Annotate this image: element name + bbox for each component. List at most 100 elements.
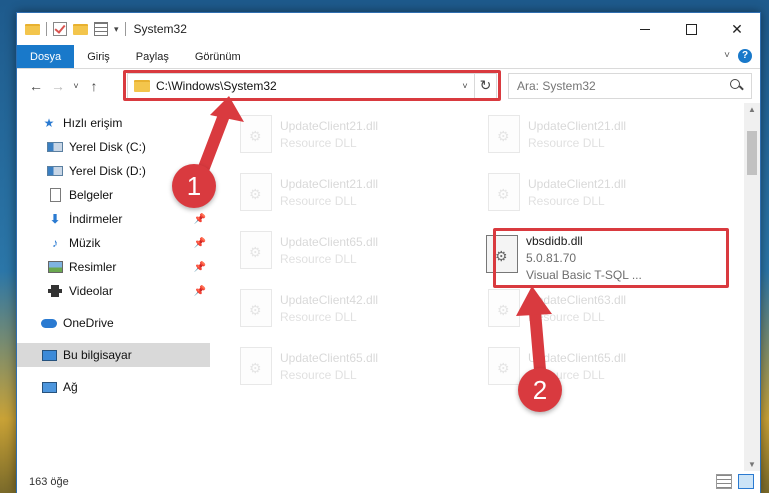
documents-icon (47, 188, 63, 202)
music-icon: ♪ (52, 236, 58, 250)
file-name: UpdateClient65.dll (528, 351, 627, 365)
up-button[interactable]: ↑ (83, 78, 105, 94)
tab-paylas[interactable]: Paylaş (123, 45, 182, 68)
list-item[interactable]: UpdateClient21.dll Resource DLL (488, 111, 718, 161)
pin-icon[interactable]: 📌 (194, 238, 206, 249)
folder-icon (25, 23, 40, 35)
navigation-bar: ← → ˅ ↑ C:\Windows\System32 ˅ ↻ (17, 69, 760, 103)
sidebar-item-label: Resimler (69, 260, 117, 274)
star-icon: ★ (43, 116, 55, 130)
scroll-down-icon[interactable]: ▼ (744, 460, 760, 469)
search-input[interactable] (517, 79, 727, 93)
help-icon[interactable]: ? (738, 49, 752, 63)
item-count: 163 öğe (29, 476, 69, 488)
sidebar-item-videos[interactable]: Videolar 📌 (17, 279, 210, 303)
pin-icon[interactable]: 📌 (194, 262, 206, 273)
this-pc-icon (41, 348, 57, 362)
pictures-icon (47, 260, 63, 274)
properties-check-icon[interactable] (53, 22, 67, 36)
scrollbar-thumb[interactable] (747, 131, 757, 175)
search-icon[interactable] (727, 76, 747, 96)
sidebar-item-this-pc[interactable]: Bu bilgisayar (17, 343, 210, 367)
title-bar: ▾ System32 ✕ (17, 13, 760, 45)
tab-gorunum[interactable]: Görünüm (182, 45, 254, 68)
sidebar-item-quick-access[interactable]: ★ Hızlı erişim (17, 111, 210, 135)
sidebar-item-label: Yerel Disk (D:) (69, 164, 146, 178)
pin-icon[interactable]: 📌 (194, 286, 206, 297)
dll-file-icon (240, 173, 272, 211)
sidebar-item-network[interactable]: Ağ (17, 375, 210, 399)
file-name: UpdateClient21.dll (528, 119, 627, 133)
address-highlight-box (123, 70, 501, 101)
list-item[interactable]: UpdateClient65.dll Resource DLL (240, 343, 470, 393)
search-box[interactable] (508, 73, 752, 99)
customize-toolbar-chevron-icon[interactable]: ▾ (114, 24, 119, 35)
file-name: UpdateClient65.dll (280, 235, 379, 249)
drive-icon (47, 140, 63, 154)
file-name: UpdateClient42.dll (280, 293, 379, 307)
dll-file-icon (240, 231, 272, 269)
window-title: System32 (133, 22, 187, 36)
list-item[interactable]: UpdateClient65.dll Resource DLL (240, 227, 470, 277)
tiles-view-icon[interactable] (738, 474, 754, 489)
sidebar-item-label: Hızlı erişim (63, 116, 123, 130)
pin-icon[interactable]: 📌 (194, 214, 206, 225)
recent-locations-chevron-icon[interactable]: ˅ (69, 81, 83, 91)
list-item[interactable]: UpdateClient21.dll Resource DLL (240, 111, 470, 161)
sidebar-item-label: Yerel Disk (C:) (69, 140, 146, 154)
file-description: Resource DLL (280, 252, 357, 266)
sidebar-item-music[interactable]: ♪ Müzik 📌 (17, 231, 210, 255)
list-item[interactable]: UpdateClient42.dll Resource DLL (240, 285, 470, 335)
maximize-button[interactable] (668, 13, 714, 45)
file-name: UpdateClient21.dll (528, 177, 627, 191)
expand-ribbon-chevron-icon[interactable]: ˅ (724, 50, 730, 61)
dll-file-icon (240, 289, 272, 327)
list-item[interactable]: UpdateClient63.dll Resource DLL (488, 285, 718, 335)
vertical-scrollbar[interactable]: ▲ ▼ (744, 103, 760, 471)
file-name: UpdateClient63.dll (528, 293, 627, 307)
sidebar-item-label: Videolar (69, 284, 113, 298)
step-2-badge: 2 (518, 368, 562, 412)
close-button[interactable]: ✕ (714, 13, 760, 45)
dll-file-icon (488, 289, 520, 327)
scroll-up-icon[interactable]: ▲ (744, 105, 760, 114)
file-highlight-box (493, 228, 729, 288)
sidebar-item-pictures[interactable]: Resimler 📌 (17, 255, 210, 279)
file-list: UpdateClient21.dll Resource DLL UpdateCli… (210, 103, 760, 471)
tab-dosya[interactable]: Dosya (17, 45, 75, 68)
file-name: UpdateClient65.dll (280, 351, 379, 365)
new-folder-icon[interactable] (73, 23, 88, 35)
sidebar-item-local-disk-c[interactable]: Yerel Disk (C:) (17, 135, 210, 159)
toolbar-divider (124, 22, 126, 36)
onedrive-icon (41, 316, 57, 330)
sidebar-item-onedrive[interactable]: OneDrive (17, 311, 210, 335)
downloads-icon: ⬇ (49, 212, 61, 226)
tab-giris[interactable]: Giriş (74, 45, 123, 68)
minimize-button[interactable] (622, 13, 668, 45)
network-icon (41, 380, 57, 394)
list-item[interactable]: UpdateClient21.dll Resource DLL (240, 169, 470, 219)
details-view-icon[interactable] (716, 474, 732, 489)
sidebar-item-label: OneDrive (63, 316, 114, 330)
back-button[interactable]: ← (25, 78, 47, 94)
ribbon-tabs: Dosya Giriş Paylaş Görünüm ˅ ? (17, 45, 760, 69)
file-description: Resource DLL (280, 194, 357, 208)
forward-button[interactable]: → (47, 78, 69, 94)
step-1-badge: 1 (172, 164, 216, 208)
sidebar-item-downloads[interactable]: ⬇ İndirmeler 📌 (17, 207, 210, 231)
properties-icon[interactable] (94, 22, 108, 36)
file-description: Resource DLL (280, 310, 357, 324)
toolbar-divider (46, 22, 47, 36)
navigation-pane: ★ Hızlı erişim Yerel Disk (C:) Yerel Dis… (17, 103, 210, 471)
file-description: Resource DLL (280, 368, 357, 382)
quick-access-toolbar: ▾ (17, 13, 126, 45)
status-bar: 163 öğe (17, 471, 760, 493)
list-item[interactable]: UpdateClient21.dll Resource DLL (488, 169, 718, 219)
dll-file-icon (488, 347, 520, 385)
explorer-window: ▾ System32 ✕ Dosya Giriş Paylaş Görünüm … (16, 12, 761, 493)
dll-file-icon (488, 173, 520, 211)
view-switcher (716, 474, 754, 489)
drive-icon (47, 164, 63, 178)
window-controls: ✕ (622, 13, 760, 45)
videos-icon (47, 284, 63, 298)
